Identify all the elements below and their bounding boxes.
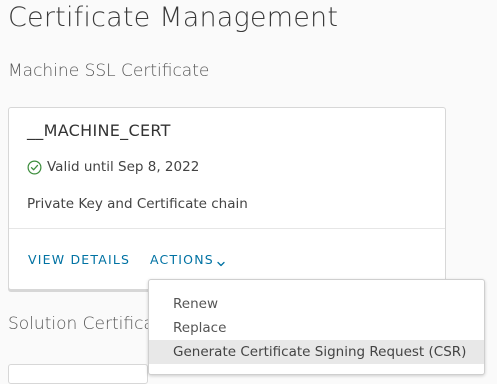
validity-text: Valid until Sep 8, 2022 [47,159,200,175]
page-title: Certificate Management [8,2,339,33]
card-divider [9,228,445,229]
actions-label: ACTIONS [150,252,214,267]
machine-ssl-section-title: Machine SSL Certificate [8,61,210,81]
validity-row: Valid until Sep 8, 2022 [27,159,199,175]
menu-item-generate-csr[interactable]: Generate Certificate Signing Request (CS… [149,340,484,364]
solution-cert-card [8,364,148,384]
check-circle-icon [27,160,42,175]
actions-dropdown-menu: Renew Replace Generate Certificate Signi… [148,279,485,375]
menu-item-renew[interactable]: Renew [149,292,484,316]
cert-name: __MACHINE_CERT [27,121,171,140]
chevron-down-icon [217,256,225,266]
view-details-link[interactable]: VIEW DETAILS [28,252,130,267]
menu-item-replace[interactable]: Replace [149,316,484,340]
machine-cert-card: __MACHINE_CERT Valid until Sep 8, 2022 P… [8,107,446,290]
actions-dropdown-toggle[interactable]: ACTIONS [150,252,225,267]
cert-description: Private Key and Certificate chain [27,196,248,212]
